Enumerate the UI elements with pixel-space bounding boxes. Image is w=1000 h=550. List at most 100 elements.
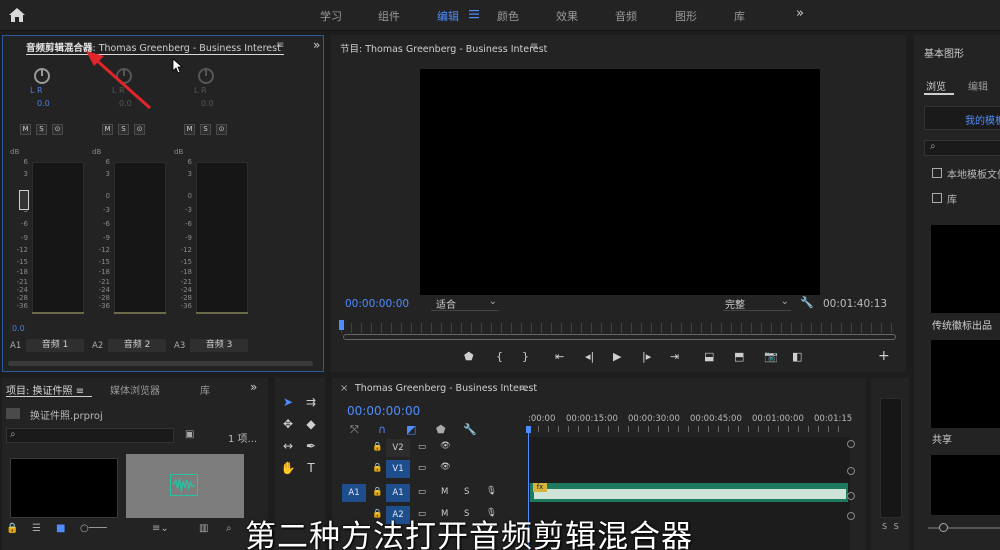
new-bin-folder-icon[interactable]: ▣ (185, 429, 194, 440)
voice-over-record-button[interactable]: ⊙ (134, 124, 145, 135)
solo-button[interactable]: S (200, 124, 211, 135)
go-to-out-icon[interactable]: ⇥ (670, 350, 679, 363)
project-overflow-button[interactable]: » (250, 380, 257, 394)
library-checkbox[interactable] (932, 193, 942, 203)
pan-value[interactable]: 0.0 (37, 99, 50, 108)
list-view-icon[interactable]: ☰ (32, 523, 41, 534)
my-templates-button[interactable]: 我的模板 (924, 106, 1000, 130)
selection-tool-icon[interactable]: ➤ (280, 394, 296, 410)
add-marker-icon[interactable]: ⬟ (464, 350, 474, 363)
playback-quality-dropdown[interactable]: 完整 ⌄ (723, 296, 791, 311)
workspace-tab-color[interactable]: 颜色 (497, 8, 519, 24)
pan-value[interactable]: 0.0 (201, 99, 214, 108)
go-to-in-icon[interactable]: ⇤ (555, 350, 564, 363)
automate-to-sequence-icon[interactable]: ▥ (199, 523, 208, 534)
program-zoom-scrollbar[interactable] (343, 334, 896, 340)
linked-selection-icon[interactable]: ◩ (406, 423, 416, 436)
close-icon[interactable]: × (340, 383, 348, 394)
button-editor-plus-icon[interactable]: + (878, 348, 890, 364)
timeline-scroll-handle[interactable] (847, 467, 855, 475)
lift-icon[interactable]: ⬓ (704, 350, 714, 363)
channel-level-value[interactable]: 0.0 (12, 324, 25, 333)
pan-knob-icon[interactable] (198, 68, 214, 84)
razor-tool-icon[interactable]: ◆ (303, 416, 319, 432)
template-thumbnail[interactable] (931, 455, 1000, 515)
sequence-tab[interactable]: Thomas Greenberg - Business Interest (355, 383, 537, 394)
comparison-view-icon[interactable]: ◧ (792, 350, 802, 363)
timeline-settings-wrench-icon[interactable]: 🔧 (463, 423, 477, 436)
workspace-menu-icon[interactable] (469, 9, 479, 19)
workspace-tab-editing[interactable]: 编辑 (437, 8, 459, 24)
source-patch-a1[interactable]: A1 (342, 484, 366, 502)
workspace-tab-libraries[interactable]: 库 (734, 8, 745, 24)
snap-magnet-icon[interactable]: ∩ (378, 423, 386, 436)
mute-button[interactable]: M (102, 124, 113, 135)
sync-lock-icon[interactable]: ▭ (418, 463, 426, 473)
timeline-scroll-handle[interactable] (847, 512, 855, 520)
tab-edit[interactable]: 编辑 (968, 78, 988, 93)
program-playhead[interactable] (339, 320, 344, 330)
pan-knob-icon[interactable] (34, 68, 50, 84)
meter-solo-buttons[interactable]: S S (882, 522, 901, 531)
lock-icon[interactable]: 🔒 (6, 523, 18, 534)
icon-view-icon[interactable]: ■ (56, 523, 65, 534)
template-thumbnail[interactable] (931, 340, 1000, 428)
mixer-horizontal-scrollbar[interactable] (8, 361, 313, 366)
libraries-tab[interactable]: 库 (200, 382, 210, 397)
find-icon[interactable]: ⌕ (226, 523, 232, 534)
timeline-timecode[interactable]: 00:00:00:00 (347, 404, 420, 418)
track-lock-icon[interactable]: 🔒 (372, 487, 383, 497)
track-target-button[interactable]: V1 (386, 460, 410, 478)
mute-button[interactable]: M (20, 124, 31, 135)
track-mute-button[interactable]: M (441, 487, 448, 497)
slip-tool-icon[interactable]: ↔ (280, 438, 296, 454)
zoom-fit-dropdown[interactable]: 适合 ⌄ (431, 296, 499, 311)
mark-in-icon[interactable]: { (496, 350, 503, 363)
program-timecode[interactable]: 00:00:00:00 (345, 298, 409, 310)
voice-over-record-button[interactable]: ⊙ (52, 124, 63, 135)
step-back-icon[interactable]: ◂| (585, 350, 594, 363)
extract-icon[interactable]: ⬒ (734, 350, 744, 363)
project-search-input[interactable] (6, 428, 174, 443)
fx-badge[interactable]: fx (533, 483, 547, 492)
workspace-tab-audio[interactable]: 音频 (615, 8, 637, 24)
step-forward-icon[interactable]: |▸ (642, 350, 651, 363)
workspace-tab-effects[interactable]: 效果 (556, 8, 578, 24)
sync-lock-icon[interactable]: ▭ (418, 442, 426, 452)
mixer-panel-overflow-button[interactable]: » (313, 38, 320, 52)
mark-out-icon[interactable]: } (522, 350, 529, 363)
pen-tool-icon[interactable]: ✒ (303, 438, 319, 454)
timeline-scroll-handle[interactable] (847, 440, 855, 448)
timeline-scroll-handle[interactable] (847, 492, 855, 500)
program-time-ruler[interactable] (341, 323, 895, 333)
program-menu-icon[interactable]: ≡ (530, 41, 538, 52)
track-lock-icon[interactable]: 🔒 (372, 463, 383, 473)
thumbnail-size-slider-handle[interactable] (939, 523, 948, 532)
play-icon[interactable]: ▶ (613, 350, 621, 363)
volume-fader-handle[interactable] (19, 190, 29, 210)
sort-icons-icon[interactable]: ≡⌄ (152, 523, 169, 534)
eye-icon[interactable]: 👁 (440, 462, 451, 472)
export-frame-camera-icon[interactable]: 📷 (764, 350, 778, 363)
nest-toggle-icon[interactable]: ⤧ (350, 423, 359, 437)
sync-lock-icon[interactable]: ▭ (418, 487, 426, 497)
eye-icon[interactable]: 👁 (440, 441, 451, 451)
type-tool-icon[interactable]: T (303, 460, 319, 476)
workspace-tab-assembly[interactable]: 组件 (378, 8, 400, 24)
track-lock-icon[interactable]: 🔒 (372, 442, 383, 452)
ripple-edit-tool-icon[interactable]: ✥ (280, 416, 296, 432)
media-thumbnail-video[interactable] (10, 458, 118, 518)
workspace-tab-graphics[interactable]: 图形 (675, 8, 697, 24)
essential-graphics-tab[interactable]: 基本图形 (924, 45, 964, 60)
track-target-button[interactable]: V2 (386, 439, 410, 457)
mixer-panel-menu-icon[interactable]: ≡ (276, 40, 284, 51)
workspace-tab-learn[interactable]: 学习 (320, 8, 342, 24)
track-solo-button[interactable]: S (464, 487, 469, 497)
settings-wrench-icon[interactable]: 🔧 (800, 296, 814, 309)
voice-over-record-button[interactable]: ⊙ (216, 124, 227, 135)
home-icon[interactable] (8, 7, 26, 23)
program-monitor-tab[interactable]: 节目: Thomas Greenberg - Business Interest (340, 41, 547, 55)
tab-browse[interactable]: 浏览 (926, 78, 946, 93)
track-select-tool-icon[interactable]: ⇉ (303, 394, 319, 410)
mute-button[interactable]: M (184, 124, 195, 135)
